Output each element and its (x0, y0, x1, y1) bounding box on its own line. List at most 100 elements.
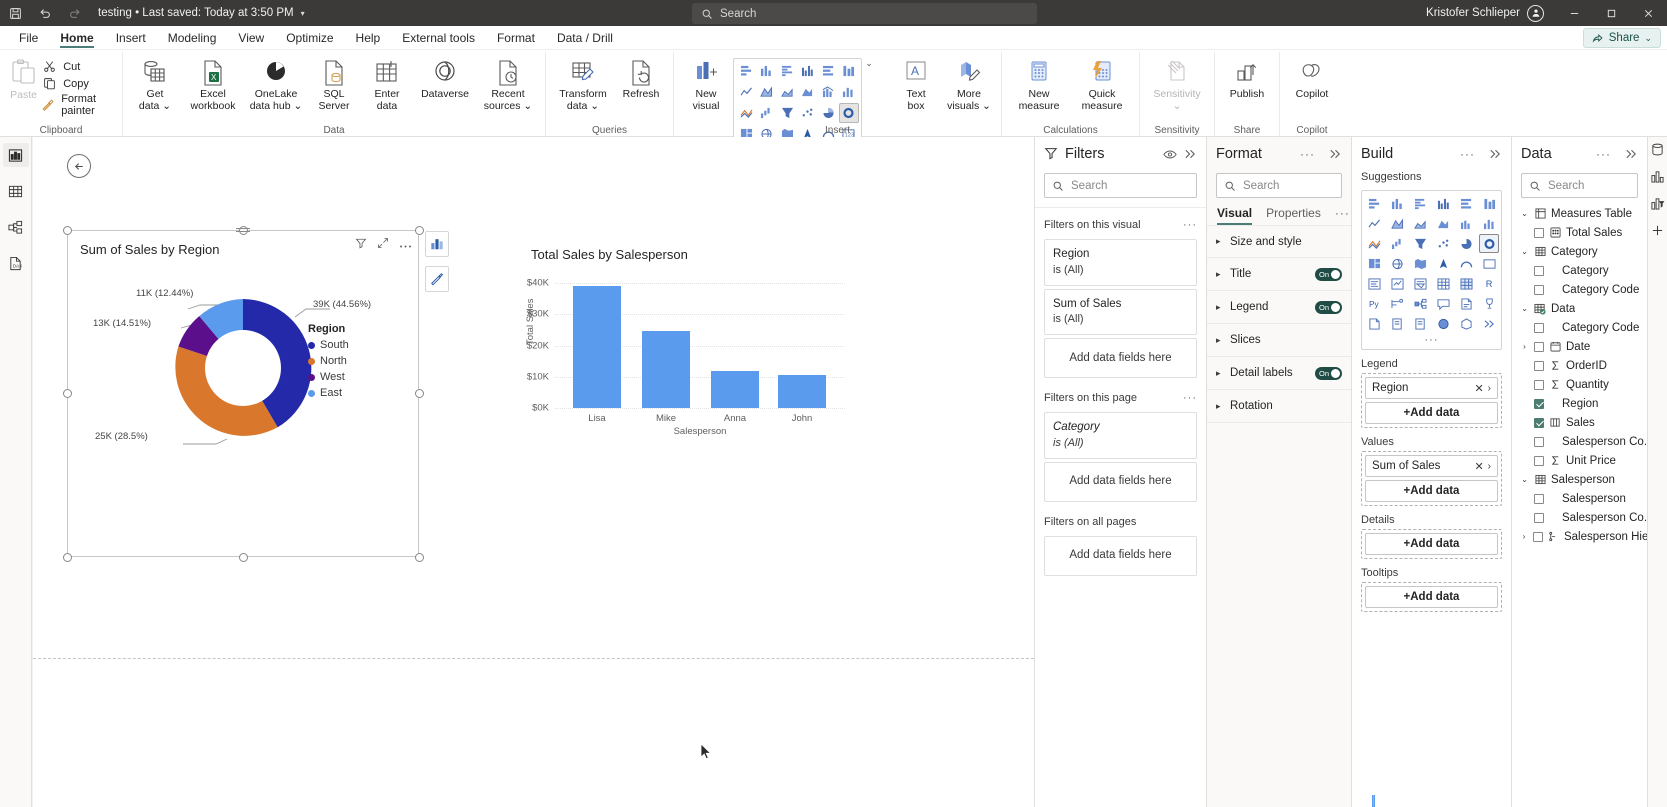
well-details[interactable]: +Add data (1361, 529, 1502, 559)
python-visual-icon[interactable]: Py (1364, 294, 1384, 313)
tree-item-category-field[interactable]: Category (1512, 261, 1647, 280)
sensitivity-button[interactable]: Sensitivity ⌄ (1146, 55, 1208, 115)
ribbon-chart-icon[interactable] (736, 103, 757, 123)
add-data-tooltips[interactable]: +Add data (1365, 586, 1498, 608)
tab-properties[interactable]: Properties (1266, 206, 1321, 225)
more-options-icon[interactable]: ··· (1596, 147, 1611, 161)
table-view-icon[interactable] (3, 179, 29, 203)
tree-item-salesperson-code-2[interactable]: Salesperson Co... (1512, 508, 1647, 527)
clustered-bar-chart-icon[interactable] (777, 61, 798, 81)
quick-measure-button[interactable]: Quick measure (1071, 55, 1133, 115)
tree-item-region[interactable]: Region (1512, 394, 1647, 413)
table-icon[interactable] (1433, 274, 1453, 293)
line-clustered-column-icon[interactable] (1456, 214, 1476, 233)
chevron-down-icon[interactable]: ⌄ (1520, 304, 1529, 313)
visual-type-icon[interactable] (425, 231, 449, 257)
field-checkbox[interactable] (1534, 512, 1544, 523)
stacked-bar-chart-icon[interactable] (1364, 194, 1384, 213)
resize-handle-tl[interactable] (63, 226, 72, 235)
eye-icon[interactable] (1163, 149, 1177, 160)
field-checkbox[interactable] (1534, 265, 1544, 276)
filter-dropzone-all-pages[interactable]: Add data fields here (1044, 535, 1197, 576)
azure-map-icon[interactable] (1433, 254, 1453, 273)
more-options-icon[interactable]: ··· (1300, 147, 1315, 161)
waterfall-chart-icon[interactable] (1387, 234, 1407, 253)
power-apps-icon[interactable] (1387, 314, 1407, 333)
avatar[interactable] (1527, 4, 1544, 22)
shape-map-icon[interactable] (1456, 314, 1476, 333)
resize-handle-bc[interactable] (239, 553, 248, 562)
stacked-column-chart-icon[interactable] (1387, 194, 1407, 213)
scatter-chart-icon[interactable] (1433, 234, 1453, 253)
arcgis-map-icon[interactable] (1433, 314, 1453, 333)
stacked-bar-chart-icon[interactable] (736, 61, 757, 81)
filter-card-region[interactable]: Region is (All) (1044, 239, 1197, 286)
line-stacked-column-icon[interactable] (1479, 214, 1499, 233)
filter-dropzone-page[interactable]: Add data fields here (1044, 461, 1197, 502)
more-options-icon[interactable]: ··· (1460, 147, 1475, 161)
format-row-slices[interactable]: ▸ Slices (1207, 324, 1351, 357)
sql-server-button[interactable]: SQL Server (308, 55, 360, 115)
remove-field-icon[interactable]: ✕ (1474, 460, 1483, 473)
stacked-area-chart-icon[interactable] (777, 82, 798, 102)
card-icon[interactable] (1479, 254, 1499, 273)
tree-item-salesperson-table[interactable]: ⌄ Salesperson (1512, 470, 1647, 489)
add-data-details[interactable]: +Add data (1365, 533, 1498, 555)
format-brush-icon[interactable] (425, 266, 449, 292)
legend-item-north[interactable]: North (308, 355, 349, 367)
tree-item-data-table[interactable]: ⌄ Data (1512, 299, 1647, 318)
tree-item-salesperson-code-1[interactable]: Salesperson Co... (1512, 432, 1647, 451)
bar-john[interactable] (778, 375, 826, 408)
bar-anna[interactable] (711, 370, 759, 408)
hundred-stacked-bar-icon[interactable] (1456, 194, 1476, 213)
chevron-right-icon[interactable]: › (1520, 532, 1528, 541)
data-pane-icon[interactable] (1651, 143, 1664, 159)
legend-item-west[interactable]: West (308, 371, 349, 383)
double-chevron-right-icon[interactable] (1184, 148, 1197, 160)
field-checkbox[interactable] (1534, 341, 1544, 352)
gauge-icon[interactable] (1456, 254, 1476, 273)
share-button[interactable]: Share ⌄ (1582, 28, 1661, 48)
area-chart-icon[interactable] (1387, 214, 1407, 233)
tree-item-unit-price[interactable]: Unit Price (1512, 451, 1647, 470)
pie-chart-icon[interactable] (818, 103, 839, 123)
gallery-expand-caret[interactable]: ⌄ (863, 58, 875, 69)
clustered-column-chart-icon[interactable] (798, 61, 819, 81)
filled-map-icon[interactable] (1410, 254, 1430, 273)
tree-item-salesperson-field[interactable]: Salesperson (1512, 489, 1647, 508)
dax-query-view-icon[interactable]: DAX (3, 251, 29, 275)
visual-bar-chart[interactable]: Total Sales by Salesperson Total Sales $… (503, 247, 863, 462)
cut-button[interactable]: Cut (41, 59, 116, 74)
section-more-icon[interactable]: ··· (1183, 392, 1197, 404)
hundred-stacked-column-icon[interactable] (1479, 194, 1499, 213)
menu-item-view[interactable]: View (227, 26, 275, 49)
metrics-icon[interactable] (1479, 294, 1499, 313)
format-row-rotation[interactable]: ▸ Rotation (1207, 390, 1351, 423)
field-checkbox[interactable] (1534, 379, 1544, 390)
menu-item-format[interactable]: Format (486, 26, 546, 49)
ribbon-chart-icon[interactable] (1364, 234, 1384, 253)
r-script-visual-icon[interactable]: R (1479, 274, 1499, 293)
close-button[interactable] (1630, 0, 1667, 26)
field-menu-icon[interactable]: › (1488, 461, 1491, 472)
section-more-icon[interactable]: ··· (1183, 219, 1197, 231)
data-search-input[interactable]: Search (1521, 173, 1638, 198)
tree-item-category-code-2[interactable]: Category Code (1512, 318, 1647, 337)
refresh-button[interactable]: Refresh (615, 55, 667, 103)
filters-search-input[interactable]: Search (1044, 173, 1197, 198)
tree-item-measures-table[interactable]: ⌄ Measures Table (1512, 204, 1647, 223)
format-row-detail-labels[interactable]: ▸ Detail labels On (1207, 357, 1351, 390)
resize-handle-mr[interactable] (415, 389, 424, 398)
chevron-down-icon[interactable]: ⌄ (1520, 247, 1529, 256)
tree-item-category-table[interactable]: ⌄ Category (1512, 242, 1647, 261)
minimize-button[interactable] (1556, 0, 1593, 26)
bar-mike[interactable] (642, 331, 690, 408)
new-visual-button[interactable]: New visual (680, 55, 732, 115)
funnel-chart-icon[interactable] (1410, 234, 1430, 253)
report-canvas[interactable]: Sum of Sales by Region 11K (12.44%) 13K … (33, 137, 1034, 807)
tree-item-sales[interactable]: Sales (1512, 413, 1647, 432)
legend-item-east[interactable]: East (308, 387, 349, 399)
field-checkbox[interactable] (1534, 398, 1544, 409)
model-view-icon[interactable] (3, 215, 29, 239)
enter-data-button[interactable]: Enter data (361, 55, 413, 115)
